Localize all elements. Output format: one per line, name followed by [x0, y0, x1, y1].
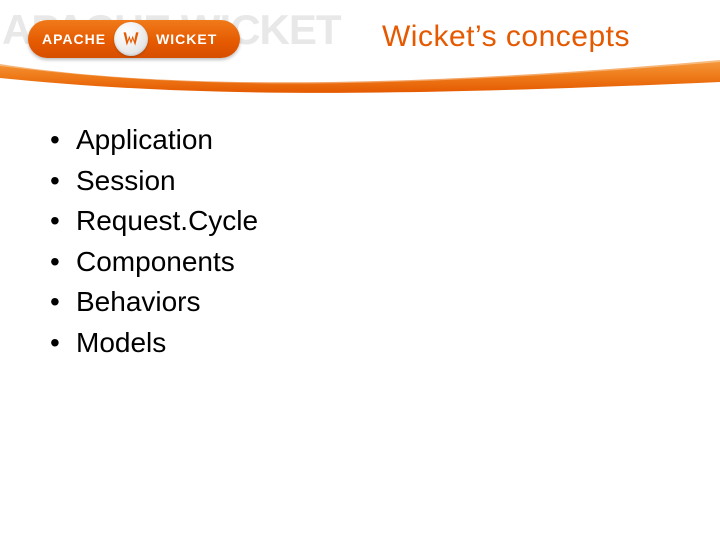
list-item: Session [50, 161, 258, 202]
slide-title: Wicket’s concepts [382, 20, 630, 54]
bullet-label: Request.Cycle [76, 201, 258, 242]
logo-wicket-label: WICKET [156, 31, 217, 47]
apache-wicket-logo: APACHE WICKET [28, 20, 240, 58]
list-item: Request.Cycle [50, 201, 258, 242]
list-item: Components [50, 242, 258, 283]
slide: APACHE WICKET APACHE WICKET Wicket’s con… [0, 0, 720, 540]
slide-body: Application Session Request.Cycle Compon… [50, 120, 258, 364]
bullet-label: Application [76, 120, 213, 161]
header: APACHE WICKET APACHE WICKET Wicket’s con… [0, 0, 720, 84]
bullet-label: Components [76, 242, 235, 283]
header-swoosh-icon [0, 58, 720, 96]
bullet-list: Application Session Request.Cycle Compon… [50, 120, 258, 364]
logo-apache-label: APACHE [42, 31, 106, 47]
list-item: Behaviors [50, 282, 258, 323]
list-item: Models [50, 323, 258, 364]
wicket-badge-icon [114, 22, 148, 56]
bullet-label: Session [76, 161, 176, 202]
list-item: Application [50, 120, 258, 161]
bullet-label: Models [76, 323, 166, 364]
bullet-label: Behaviors [76, 282, 201, 323]
